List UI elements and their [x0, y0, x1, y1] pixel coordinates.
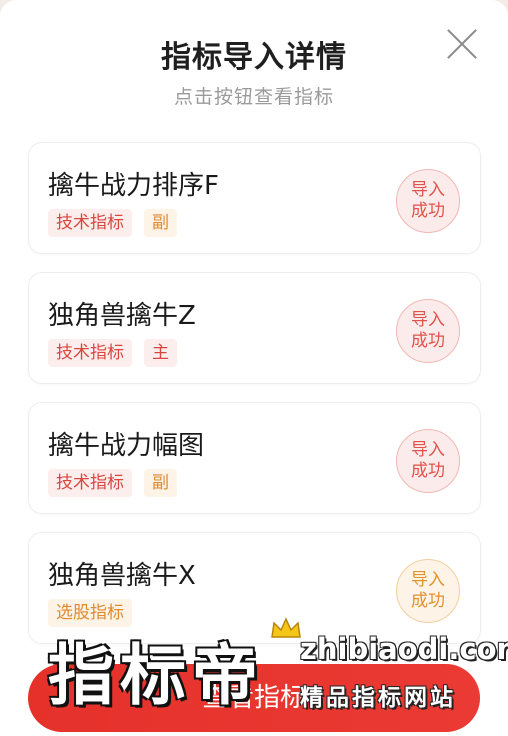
indicator-type-tag: 技术指标 [48, 339, 132, 367]
status-line-2: 成功 [411, 201, 445, 221]
indicator-name: 独角兽擒牛Z [48, 301, 196, 331]
indicator-name: 擒牛战力幅图 [48, 431, 205, 461]
status-line-1: 导入 [411, 310, 445, 330]
import-success-button[interactable]: 导入 成功 [396, 429, 460, 493]
indicator-position-tag: 主 [144, 339, 177, 367]
indicator-name: 擒牛战力排序F [48, 171, 219, 201]
status-line-2: 成功 [411, 591, 445, 611]
watermark-tagline: 精品指标网站 [300, 685, 456, 711]
crown-icon [271, 617, 301, 638]
import-success-button[interactable]: 导入 成功 [396, 299, 460, 363]
dialog-subtitle: 点击按钮查看指标 [173, 86, 334, 108]
dialog-title: 指标导入详情 [161, 40, 347, 75]
status-line-1: 导入 [411, 180, 445, 200]
import-success-button[interactable]: 导入 成功 [396, 559, 460, 623]
watermark-brand: 指标帝 [48, 637, 264, 714]
status-line-2: 成功 [411, 461, 445, 481]
indicator-name: 独角兽擒牛X [48, 561, 196, 591]
indicator-card: 擒牛战力幅图 技术指标 副 导入 成功 [28, 402, 481, 514]
close-icon[interactable] [446, 28, 478, 60]
status-line-1: 导入 [411, 570, 445, 590]
indicator-card: 擒牛战力排序F 技术指标 副 导入 成功 [28, 142, 481, 254]
indicator-position-tag: 副 [144, 469, 177, 497]
import-success-button[interactable]: 导入 成功 [396, 169, 460, 233]
indicator-import-dialog: 指标导入详情 点击按钮查看指标 擒牛战力排序F 技术指标 副 导入 成功 独角兽… [0, 0, 508, 736]
indicator-position-tag: 副 [144, 209, 177, 237]
indicator-type-tag: 技术指标 [48, 469, 132, 497]
status-line-2: 成功 [411, 331, 445, 351]
watermark-url: zhibiaodi.com [300, 632, 508, 666]
indicator-type-tag: 技术指标 [48, 209, 132, 237]
indicator-card: 独角兽擒牛Z 技术指标 主 导入 成功 [28, 272, 481, 384]
status-line-1: 导入 [411, 440, 445, 460]
